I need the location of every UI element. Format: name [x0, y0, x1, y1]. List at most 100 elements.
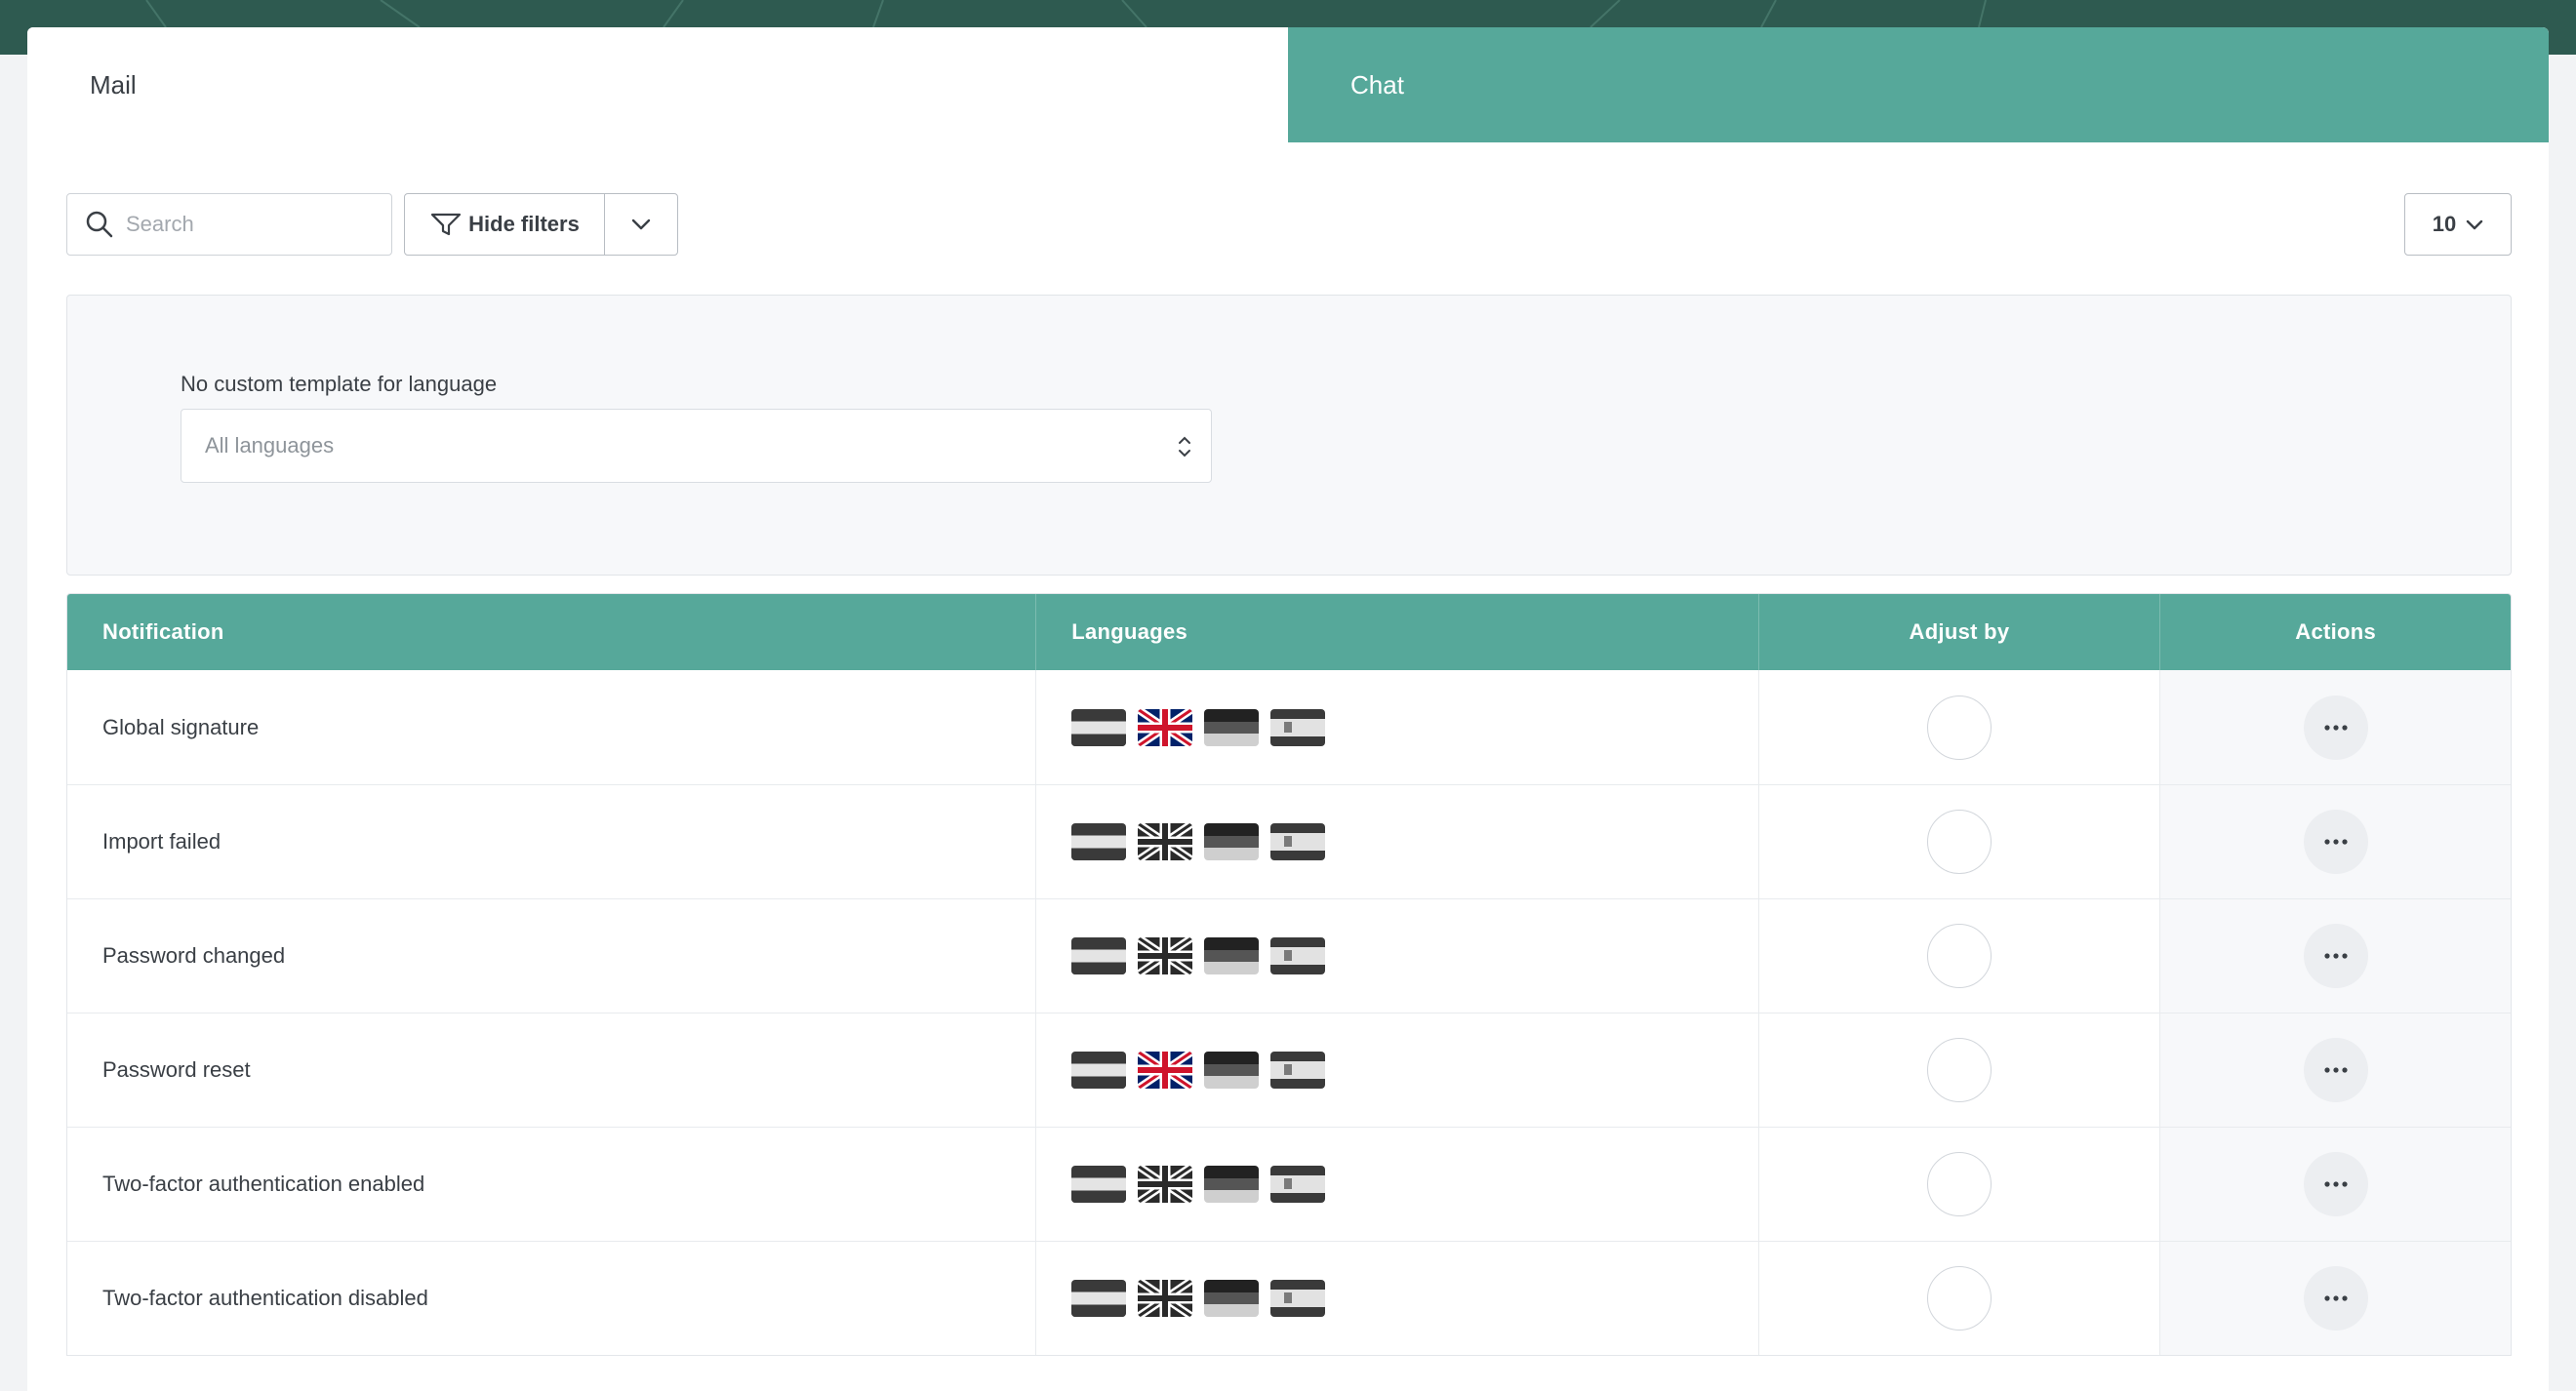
- actions-cell: [2160, 899, 2511, 1013]
- adjust-toggle[interactable]: [1926, 810, 1992, 874]
- adjust-cell: [1759, 1128, 2161, 1241]
- table-row: Two-factor authentication disabled: [67, 1241, 2511, 1355]
- table-row: Two-factor authentication enabled: [67, 1127, 2511, 1241]
- adjust-toggle[interactable]: [1926, 924, 1992, 988]
- more-dots-icon: [2324, 1181, 2348, 1187]
- flag-icon-gb[interactable]: [1138, 823, 1193, 860]
- language-select[interactable]: All languages: [181, 409, 1212, 483]
- adjust-toggle[interactable]: [1926, 695, 1992, 760]
- flag-icon-gb[interactable]: [1138, 708, 1193, 746]
- header-languages[interactable]: Languages: [1036, 594, 1759, 670]
- adjust-cell: [1759, 1242, 2161, 1355]
- adjust-toggle[interactable]: [1926, 1266, 1992, 1331]
- row-actions-button[interactable]: [2303, 924, 2368, 988]
- notification-name: Password changed: [67, 899, 1037, 1013]
- table-row: Password reset: [67, 1013, 2511, 1127]
- flag-icon-de[interactable]: [1071, 823, 1127, 860]
- notification-name: Two-factor authentication disabled: [67, 1242, 1037, 1355]
- toolbar: Hide filters 10: [66, 193, 2512, 256]
- languages-cell: [1036, 670, 1759, 784]
- table-header: Notification Languages Adjust by Actions: [67, 594, 2511, 670]
- flag-icon-nl[interactable]: [1204, 708, 1260, 746]
- language-select-value: All languages: [205, 433, 335, 457]
- languages-cell: [1036, 1128, 1759, 1241]
- flag-icon-es[interactable]: [1270, 1166, 1326, 1203]
- filter-options-toggle[interactable]: [605, 194, 677, 255]
- more-dots-icon: [2324, 953, 2348, 959]
- more-dots-icon: [2324, 1295, 2348, 1301]
- search-box[interactable]: [66, 193, 392, 256]
- more-dots-icon: [2324, 1067, 2348, 1073]
- actions-cell: [2160, 785, 2511, 898]
- flag-icon-de[interactable]: [1071, 1280, 1127, 1317]
- adjust-toggle[interactable]: [1926, 1038, 1992, 1102]
- header-notification[interactable]: Notification: [67, 594, 1037, 670]
- row-actions-button[interactable]: [2303, 810, 2368, 874]
- flag-icon-es[interactable]: [1270, 1052, 1326, 1089]
- flag-icon-nl[interactable]: [1204, 937, 1260, 974]
- table-row: Global signature: [67, 670, 2511, 784]
- flag-icon-nl[interactable]: [1204, 1280, 1260, 1317]
- per-page-value: 10: [2432, 212, 2457, 236]
- tab-mail[interactable]: Mail: [27, 27, 1288, 142]
- tab-chat-label: Chat: [1350, 69, 1404, 99]
- flag-icon-es[interactable]: [1270, 937, 1326, 974]
- flag-icon-nl[interactable]: [1204, 1052, 1260, 1089]
- more-dots-icon: [2324, 724, 2348, 731]
- flag-icon-de[interactable]: [1071, 708, 1127, 746]
- table-row: Import failed: [67, 784, 2511, 898]
- flag-icon-de[interactable]: [1071, 1166, 1127, 1203]
- language-flags: [1071, 1052, 1326, 1089]
- table-body: Global signature Import failed Password …: [67, 670, 2511, 1355]
- flag-icon-gb[interactable]: [1138, 1280, 1193, 1317]
- header-adjust-by[interactable]: Adjust by: [1759, 594, 2161, 670]
- flag-icon-nl[interactable]: [1204, 1166, 1260, 1203]
- header-actions: Actions: [2295, 619, 2377, 644]
- row-actions-button[interactable]: [2303, 1266, 2368, 1331]
- adjust-toggle[interactable]: [1926, 1152, 1992, 1216]
- search-input[interactable]: [126, 212, 380, 237]
- more-dots-icon: [2324, 839, 2348, 845]
- notification-name: Password reset: [67, 1013, 1037, 1127]
- language-flags: [1071, 1166, 1326, 1203]
- hide-filters-label: Hide filters: [468, 212, 580, 236]
- row-actions-button[interactable]: [2303, 1152, 2368, 1216]
- flag-icon-de[interactable]: [1071, 1052, 1127, 1089]
- actions-cell: [2160, 1128, 2511, 1241]
- row-actions-button[interactable]: [2303, 1038, 2368, 1102]
- adjust-cell: [1759, 1013, 2161, 1127]
- notifications-table: Notification Languages Adjust by Actions…: [66, 593, 2512, 1356]
- flag-icon-es[interactable]: [1270, 708, 1326, 746]
- search-icon: [86, 211, 113, 238]
- notification-name: Global signature: [67, 670, 1037, 784]
- select-arrows-icon: [1179, 436, 1190, 457]
- language-flags: [1071, 708, 1326, 746]
- actions-cell: [2160, 1013, 2511, 1127]
- filter-icon: [431, 213, 462, 236]
- chevron-down-icon: [631, 219, 651, 230]
- flag-icon-es[interactable]: [1270, 1280, 1326, 1317]
- filter-button-group: Hide filters: [404, 193, 678, 256]
- notification-name: Import failed: [67, 785, 1037, 898]
- row-actions-button[interactable]: [2303, 695, 2368, 760]
- languages-cell: [1036, 785, 1759, 898]
- language-filter-label: No custom template for language: [181, 372, 498, 396]
- language-flags: [1071, 823, 1326, 860]
- tab-mail-label: Mail: [90, 69, 137, 99]
- languages-cell: [1036, 1013, 1759, 1127]
- flag-icon-gb[interactable]: [1138, 1166, 1193, 1203]
- hide-filters-button[interactable]: Hide filters: [405, 194, 605, 255]
- language-flags: [1071, 937, 1326, 974]
- flag-icon-nl[interactable]: [1204, 823, 1260, 860]
- tab-chat[interactable]: Chat: [1288, 27, 2549, 142]
- flag-icon-de[interactable]: [1071, 937, 1127, 974]
- flag-icon-gb[interactable]: [1138, 1052, 1193, 1089]
- flag-icon-es[interactable]: [1270, 823, 1326, 860]
- languages-cell: [1036, 1242, 1759, 1355]
- per-page-select[interactable]: 10: [2404, 193, 2512, 256]
- notification-name: Two-factor authentication enabled: [67, 1128, 1037, 1241]
- channel-tabs: Mail Chat: [27, 27, 2549, 142]
- flag-icon-gb[interactable]: [1138, 937, 1193, 974]
- filter-panel: No custom template for language All lang…: [66, 295, 2512, 576]
- table-row: Password changed: [67, 898, 2511, 1013]
